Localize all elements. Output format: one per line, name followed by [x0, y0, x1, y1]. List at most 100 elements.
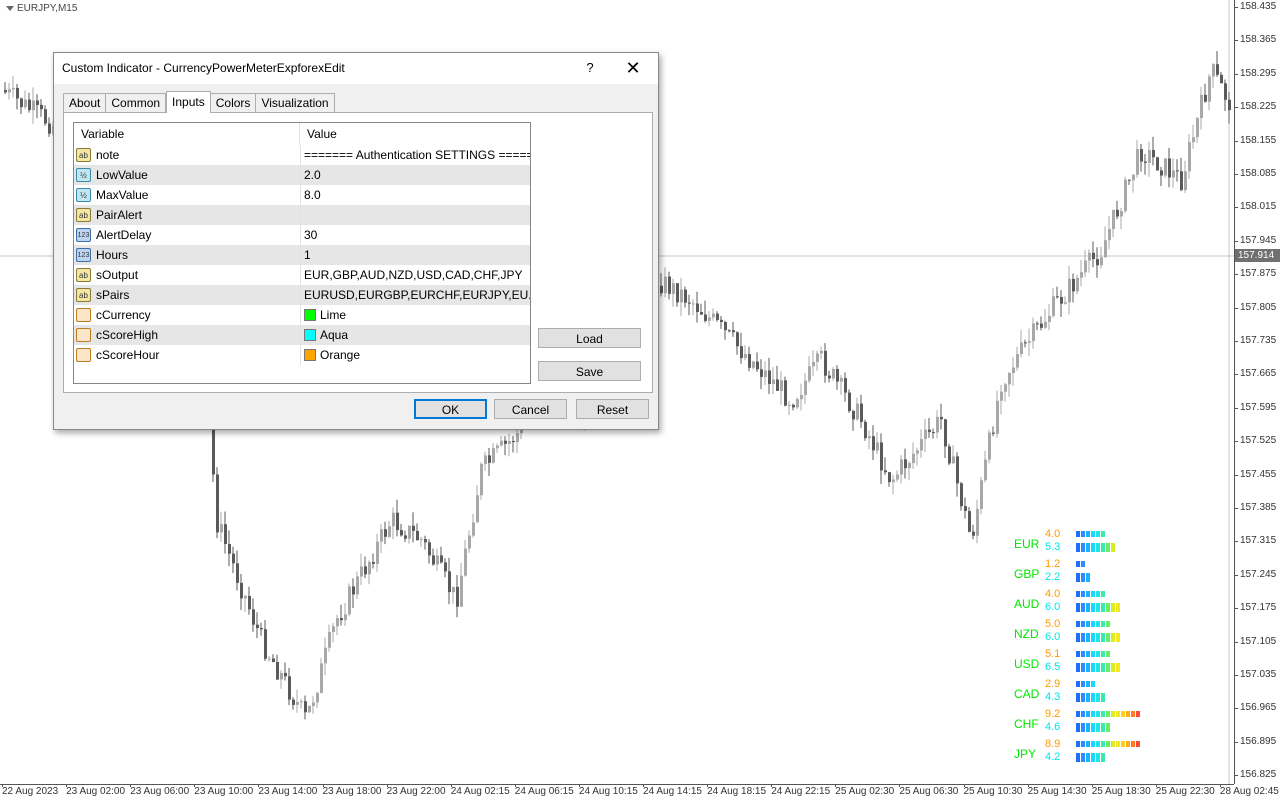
candle	[788, 401, 791, 415]
variable-value[interactable]: EUR,GBP,AUD,NZD,USD,CAD,CHF,JPY	[304, 265, 522, 285]
variable-value[interactable]: 30	[304, 225, 317, 245]
dialog-title-bar: Custom Indicator - CurrencyPowerMeterExp…	[54, 53, 658, 84]
current-price-label: 157.914	[1235, 249, 1280, 262]
candle	[740, 332, 743, 364]
column-header-variable[interactable]: Variable	[74, 123, 300, 145]
meter-segment	[1076, 693, 1080, 702]
tab-inputs[interactable]: Inputs	[166, 91, 211, 113]
candle	[264, 620, 267, 661]
reset-button[interactable]: Reset	[576, 399, 649, 419]
input-row-alertdelay[interactable]: 123 AlertDelay 30	[74, 225, 530, 246]
candle	[688, 294, 691, 316]
meter-segment	[1081, 693, 1085, 702]
meter-segment	[1131, 741, 1135, 747]
variable-value[interactable]: EURUSD,EURGBP,EURCHF,EURJPY,EU...	[304, 285, 530, 305]
candle	[872, 425, 875, 460]
color-swatch[interactable]	[304, 309, 316, 321]
meter-segment	[1081, 603, 1085, 612]
variable-value[interactable]: Aqua	[320, 325, 348, 345]
meter-segment	[1106, 651, 1110, 657]
time-tick-label: 25 Aug 02:30	[835, 784, 895, 797]
variable-value[interactable]: Orange	[320, 345, 360, 365]
candle	[40, 99, 43, 117]
price-tick-label: 158.015	[1240, 201, 1277, 213]
score-high-value: 6.5	[1045, 661, 1061, 673]
candle	[860, 394, 863, 428]
meter-segment	[1101, 531, 1105, 537]
candle	[256, 612, 259, 639]
input-row-hours[interactable]: 123 Hours 1	[74, 245, 530, 266]
load-button[interactable]: Load	[538, 328, 641, 348]
candle	[1228, 91, 1231, 124]
time-tick-label: 25 Aug 14:30	[1027, 784, 1087, 797]
candle	[668, 271, 671, 300]
symbol-label[interactable]: EURJPY,M15	[6, 3, 77, 14]
color-swatch[interactable]	[304, 329, 316, 341]
input-row-cscorehour[interactable]: cScoreHour Orange	[74, 345, 530, 366]
tab-visualization[interactable]: Visualization	[256, 93, 335, 112]
candle	[816, 350, 819, 371]
time-axis[interactable]: 22 Aug 2023 23 Aug 02:00 23 Aug 06:00 23 Au…	[0, 784, 1279, 801]
candle	[948, 443, 951, 466]
input-row-soutput[interactable]: ab sOutput EUR,GBP,AUD,NZD,USD,CAD,CHF,JPY	[74, 265, 530, 286]
meter-segment	[1101, 753, 1105, 762]
candle	[1052, 287, 1055, 318]
input-row-ccurrency[interactable]: cCurrency Lime	[74, 305, 530, 326]
variable-value[interactable]: Lime	[320, 305, 346, 325]
currency-code: JPY	[1014, 747, 1037, 761]
candle	[360, 553, 363, 586]
candle	[928, 418, 931, 438]
ok-button[interactable]: OK	[414, 399, 487, 419]
candle	[1172, 158, 1175, 188]
input-row-pairalert[interactable]: ab PairAlert	[74, 205, 530, 226]
variable-value[interactable]: 2.0	[304, 165, 321, 185]
close-icon[interactable]: ✕	[622, 57, 644, 79]
candle	[440, 546, 443, 564]
currency-code: CAD	[1014, 687, 1040, 701]
candle	[944, 418, 947, 458]
price-tick-label: 158.225	[1240, 101, 1277, 113]
tab-colors[interactable]: Colors	[210, 93, 257, 112]
candle	[384, 521, 387, 545]
candle	[1188, 134, 1191, 179]
meter-segment	[1096, 693, 1100, 702]
meter-segment	[1096, 591, 1100, 597]
tab-common[interactable]: Common	[106, 93, 167, 112]
variable-value[interactable]: 1	[304, 245, 311, 265]
candle	[1040, 316, 1043, 331]
candle	[32, 87, 35, 124]
score-hour-value: 5.0	[1045, 618, 1061, 630]
column-header-value[interactable]: Value	[301, 123, 530, 145]
save-button[interactable]: Save	[538, 361, 641, 381]
score-high-bar	[1076, 723, 1110, 732]
tab-about[interactable]: About	[63, 93, 107, 112]
candle	[1096, 247, 1099, 278]
meter-segment	[1121, 741, 1125, 747]
color-swatch[interactable]	[304, 349, 316, 361]
price-tick-label: 157.315	[1240, 535, 1277, 547]
input-row-maxvalue[interactable]: ½ MaxValue 8.0	[74, 185, 530, 206]
input-row-note[interactable]: ab note ======= Authentication SETTINGS ==…	[74, 145, 530, 166]
variable-value[interactable]: ======= Authentication SETTINGS ======	[304, 145, 530, 165]
help-button[interactable]: ?	[582, 58, 598, 78]
cancel-button[interactable]: Cancel	[494, 399, 567, 419]
candle	[1044, 308, 1047, 329]
string-type-icon: ab	[76, 268, 91, 282]
candle	[960, 481, 963, 511]
candle	[1136, 139, 1139, 178]
meter-row-jpy: JPY 8.9 4.2	[1000, 737, 1234, 767]
meter-segment	[1086, 573, 1090, 582]
meter-segment	[1096, 741, 1100, 747]
input-row-cscorehigh[interactable]: cScoreHigh Aqua	[74, 325, 530, 346]
input-row-lowvalue[interactable]: ½ LowValue 2.0	[74, 165, 530, 186]
price-axis[interactable]: 158.435 158.365 158.295 158.225 158.155 158.0…	[1234, 0, 1280, 784]
meter-segment	[1096, 633, 1100, 642]
candle	[44, 105, 47, 126]
variable-value[interactable]: 8.0	[304, 185, 321, 205]
candle	[1140, 144, 1143, 172]
candle	[952, 445, 955, 464]
input-row-spairs[interactable]: ab sPairs EURUSD,EURGBP,EURCHF,EURJPY,EU..…	[74, 285, 530, 306]
score-hour-bar	[1076, 741, 1140, 747]
candle	[284, 662, 287, 681]
candle	[784, 376, 787, 407]
